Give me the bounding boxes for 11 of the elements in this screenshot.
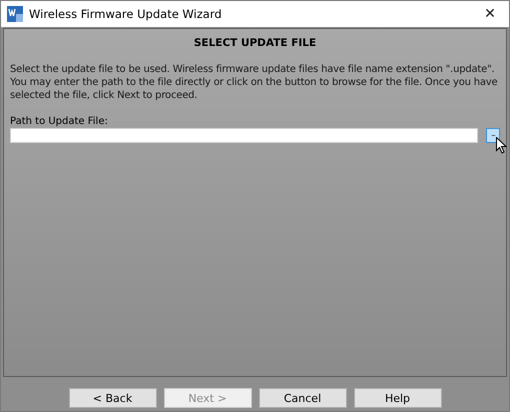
- close-icon[interactable]: ✕: [477, 6, 503, 22]
- help-button[interactable]: Help: [354, 388, 442, 408]
- path-label: Path to Update File:: [10, 116, 108, 127]
- page-heading: SELECT UPDATE FILE: [194, 37, 316, 49]
- app-logo-icon: [7, 6, 23, 22]
- window-title: Wireless Firmware Update Wizard: [29, 7, 223, 21]
- back-button[interactable]: < Back: [68, 388, 156, 408]
- instructions-text: Select the update file to be used. Wireless firmware update files have file name extension ".update". You may enter the path to the file directly or click on the button to browse for the file. Once you have selected the file, click Next to proceed.: [10, 63, 498, 102]
- cancel-button[interactable]: Cancel: [258, 388, 346, 408]
- path-field[interactable]: [10, 128, 478, 143]
- mouse-cursor-icon: [496, 137, 507, 154]
